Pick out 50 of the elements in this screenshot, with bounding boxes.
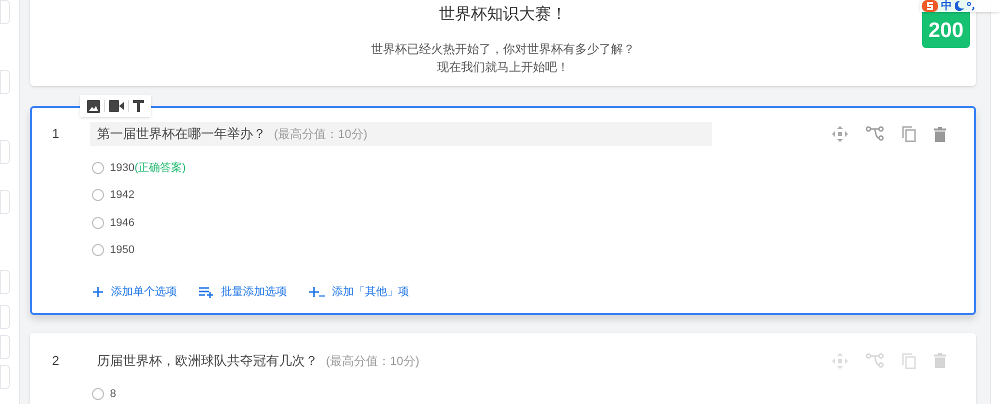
question-title-field[interactable]: 第一届世界杯在哪一年举办？ (最高分值：10分) <box>90 122 712 146</box>
branch-icon[interactable] <box>866 352 884 368</box>
delete-icon[interactable] <box>934 126 946 142</box>
option-label: 1946 <box>110 216 134 230</box>
copy-icon[interactable] <box>902 126 916 142</box>
max-score-hint: (最高分值：10分) <box>326 352 420 370</box>
move-icon[interactable] <box>832 126 848 142</box>
question-card[interactable]: 2 历届世界杯，欧洲球队共夺冠有几次？ (最高分值：10分) 8 <box>30 332 976 404</box>
survey-description: 现在我们就马上开始吧！ <box>437 59 569 76</box>
radio-button[interactable] <box>92 162 104 174</box>
radio-button[interactable] <box>92 388 104 400</box>
max-score-hint: (最高分值：10分) <box>274 126 368 143</box>
branch-icon[interactable] <box>866 126 884 142</box>
sidebar-tab[interactable] <box>0 140 10 164</box>
radio-button[interactable] <box>92 244 104 256</box>
question-title-field[interactable]: 历届世界杯，欧洲球队共夺冠有几次？ (最高分值：10分) <box>90 348 712 372</box>
option-label: 1942 <box>110 188 134 203</box>
sidebar-tab[interactable] <box>0 365 10 389</box>
radio-button[interactable] <box>92 216 104 229</box>
survey-title: 世界杯知识大赛！ <box>439 4 567 25</box>
add-option-link[interactable]: 添加「其他」项 <box>309 284 409 300</box>
sidebar-tab[interactable] <box>0 0 10 24</box>
radio-button[interactable] <box>92 189 104 202</box>
option-label: 1950 <box>110 243 134 258</box>
input-mode-label[interactable]: 中 <box>941 0 952 12</box>
sidebar-tab[interactable] <box>0 335 10 359</box>
moon-icon[interactable] <box>955 1 964 11</box>
sidebar-tab[interactable] <box>0 70 10 94</box>
video-icon[interactable] <box>109 100 124 112</box>
delete-icon[interactable] <box>934 353 946 368</box>
sidebar-tab[interactable] <box>0 305 10 329</box>
option-label: 8 <box>110 387 116 402</box>
image-icon[interactable] <box>87 100 100 112</box>
input-method-logo-icon[interactable] <box>922 0 938 12</box>
survey-description: 世界杯已经火热开始了，你对世界杯有多少了解？ <box>371 41 635 58</box>
add-option-link[interactable]: 添加单个选项 <box>92 284 177 300</box>
plus-icon <box>92 286 104 298</box>
question-card[interactable]: 1 第一届世界杯在哪一年举办？ (最高分值：10分) 1930(正确答案) 1942 1946 1950 添加单个选项 批量添加选项 添加「其他」项 <box>30 106 976 314</box>
text-icon[interactable] <box>133 100 144 112</box>
list-add-icon <box>199 286 214 298</box>
add-option-link[interactable]: 批量添加选项 <box>199 284 287 300</box>
copy-icon[interactable] <box>902 352 916 368</box>
question-number: 1 <box>52 125 60 144</box>
option-label: 1930(正确答案) <box>110 160 186 176</box>
move-icon[interactable] <box>832 352 848 368</box>
punctuation-icon[interactable] <box>967 1 976 11</box>
question-number: 2 <box>52 352 60 370</box>
plus-more-icon <box>309 286 325 298</box>
sidebar-tab[interactable] <box>0 190 10 214</box>
sidebar-tab[interactable] <box>0 270 10 294</box>
